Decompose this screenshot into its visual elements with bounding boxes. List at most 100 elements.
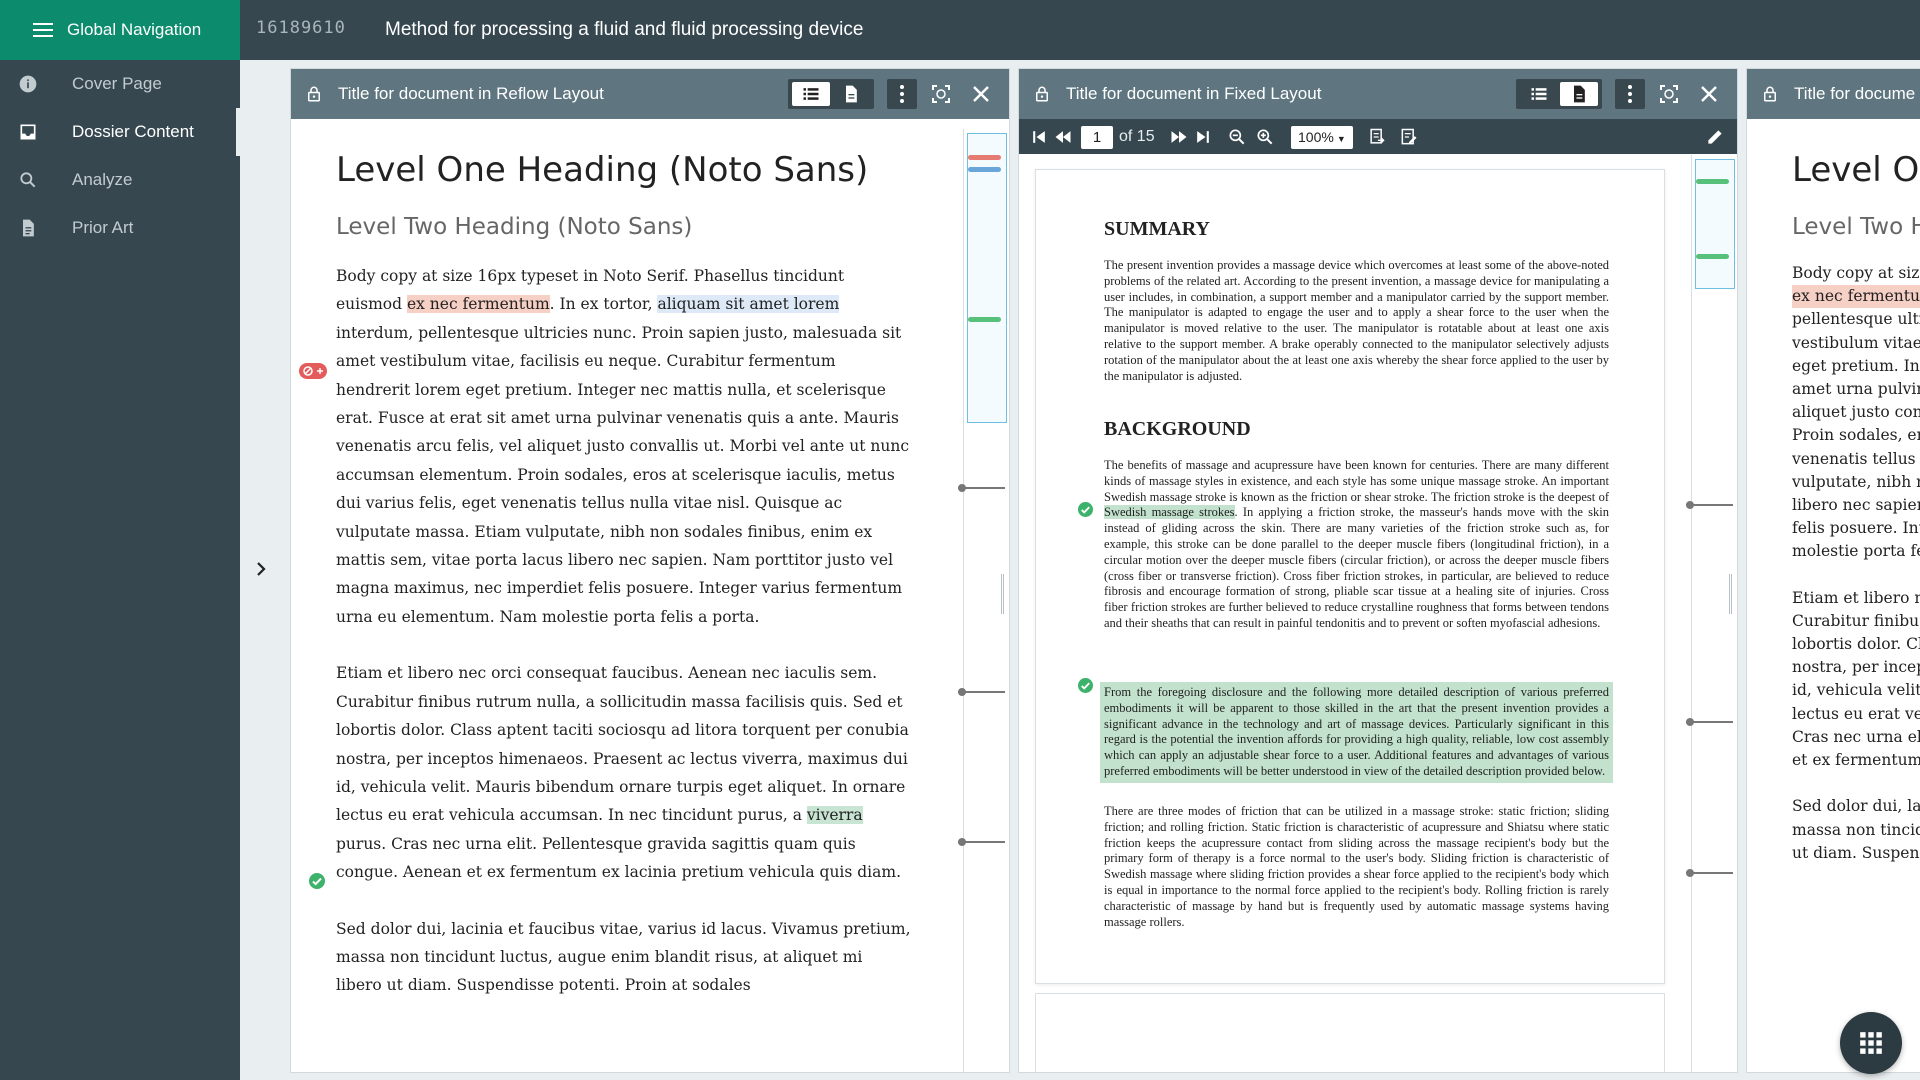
search-icon [20, 172, 36, 188]
more-options-button[interactable] [1615, 79, 1645, 109]
background-paragraph: The benefits of massage and acupressure … [1104, 458, 1609, 630]
panel-title: Title for document in Reflow Layout [338, 84, 604, 103]
page-view-button[interactable] [832, 82, 870, 106]
minimap-viewport[interactable] [967, 133, 1007, 423]
check-circle-icon[interactable] [1078, 502, 1093, 517]
check-circle-icon[interactable] [309, 873, 325, 889]
level-two-heading: Level Two H [1792, 214, 1920, 240]
more-options-button[interactable] [887, 79, 917, 109]
text-line: id, vehicula velit. [1792, 681, 1920, 700]
check-circle-icon[interactable] [1078, 678, 1093, 693]
minimap-marker-green[interactable] [968, 317, 1001, 322]
minimap[interactable] [1686, 155, 1735, 1072]
list-view-button[interactable] [1520, 82, 1558, 106]
edit-pencil-icon[interactable] [1705, 127, 1725, 147]
sidebar-item-analyze[interactable]: Analyze [0, 156, 240, 204]
list-view-button[interactable] [792, 82, 830, 106]
close-icon[interactable] [969, 82, 993, 106]
minimap-marker-red[interactable] [968, 155, 1001, 160]
minimap-section-marker[interactable] [958, 484, 1005, 492]
sidebar-item-dossier-content[interactable]: Dossier Content [0, 108, 240, 156]
text-line: ex nec fermentum [1792, 285, 1920, 309]
resize-handle[interactable] [1729, 574, 1732, 614]
text-line: vulputate, nibh n [1792, 472, 1920, 491]
level-one-heading: Level On [1792, 150, 1920, 190]
text-line: aliquet justo conv [1792, 403, 1920, 422]
minimap-section-marker[interactable] [1686, 869, 1733, 877]
text-line: nostra, per incep [1792, 658, 1920, 677]
panel-title: Title for docume [1794, 84, 1916, 103]
export-icon[interactable] [1367, 127, 1387, 147]
minimap-section-marker[interactable] [958, 688, 1005, 696]
sidebar-item-prior-art[interactable]: Prior Art [0, 204, 240, 252]
document-title: Method for processing a fluid and fluid … [385, 19, 864, 40]
reflow-content: Level One Heading (Noto Sans) Level Two … [336, 129, 911, 1028]
chevron-right-icon[interactable] [252, 560, 270, 578]
zoom-out-icon[interactable] [1227, 127, 1247, 147]
resize-handle[interactable] [1001, 574, 1004, 614]
pdf-toolbar: 1 of 15 100% ▼ [1019, 119, 1737, 154]
minimap-section-marker[interactable] [1686, 718, 1733, 726]
zoom-value: 100% [1298, 129, 1334, 145]
sidebar-item-label: Prior Art [72, 218, 134, 237]
green-highlight[interactable]: viverra [806, 806, 863, 825]
zoom-in-icon[interactable] [1255, 127, 1275, 147]
minimap-section-marker[interactable] [958, 838, 1005, 846]
reflow-document-panel: Title for document in Reflow Layout Leve… [290, 68, 1010, 1073]
next-page-icon[interactable] [1169, 127, 1189, 147]
text-line: et ex fermentum [1792, 750, 1920, 769]
body-copy: Body copy at size ex nec fermentumpellent… [1792, 262, 1920, 865]
minimap-marker-green[interactable] [1696, 254, 1729, 259]
green-highlight[interactable]: Swedish massage strokes [1104, 505, 1235, 520]
menu-icon [33, 23, 53, 37]
text-line: Body copy at size [1792, 264, 1920, 282]
red-highlight[interactable]: ex nec fermentum [406, 295, 550, 314]
text-line: lectus eu erat veh [1792, 704, 1920, 723]
minimap-marker-green[interactable] [1696, 179, 1729, 184]
inbox-icon [20, 124, 36, 140]
blue-highlight[interactable]: aliquam sit amet lorem [657, 295, 840, 314]
page-count: of 15 [1119, 128, 1155, 145]
text-line: lobortis dolor. Cl [1792, 635, 1920, 653]
text-line: molestie porta fe [1792, 542, 1920, 561]
first-page-icon[interactable] [1029, 127, 1049, 147]
document-id: 16189610 [256, 18, 346, 38]
text-line: Proin sodales, er [1792, 426, 1920, 445]
text-line: massa non tincid [1792, 820, 1920, 839]
fullscreen-icon[interactable] [929, 82, 953, 106]
minimap-marker-blue[interactable] [968, 167, 1001, 172]
lock-icon[interactable] [1033, 84, 1051, 104]
view-mode-toggle [788, 79, 874, 109]
text-line: eget pretium. Int [1792, 356, 1920, 375]
text-line: amet urna pulvin [1792, 379, 1920, 398]
minimap-section-marker[interactable] [1686, 501, 1733, 509]
previous-page-icon[interactable] [1053, 127, 1073, 147]
sidebar-item-cover-page[interactable]: Cover Page [0, 60, 240, 108]
paragraph: Etiam et libero nec orci consequat fauci… [336, 664, 909, 882]
annotate-document-icon[interactable] [1399, 127, 1419, 147]
background-heading: BACKGROUND [1104, 418, 1251, 440]
document-icon [1574, 85, 1585, 103]
close-icon[interactable] [1697, 82, 1721, 106]
zoom-select[interactable]: 100% ▼ [1291, 126, 1353, 149]
list-icon [803, 88, 819, 100]
global-navigation-button[interactable]: Global Navigation [0, 0, 240, 60]
remove-annotation-icon[interactable] [299, 362, 327, 380]
summary-text: The present invention provides a massage… [1104, 258, 1609, 383]
fixed-document-panel: Title for document in Fixed Layout 1 of … [1018, 68, 1738, 1073]
lock-icon[interactable] [305, 84, 323, 104]
apps-button[interactable] [1840, 1012, 1902, 1074]
lock-icon[interactable] [1761, 84, 1779, 104]
highlighted-paragraph[interactable]: From the foregoing disclosure and the fo… [1100, 682, 1613, 783]
last-page-icon[interactable] [1193, 127, 1213, 147]
apps-grid-icon [1860, 1032, 1882, 1054]
text-line: libero nec sapien [1792, 495, 1920, 514]
text-line [1792, 563, 1920, 586]
minimap[interactable] [958, 129, 1007, 1072]
document-icon [846, 85, 857, 103]
page-view-button[interactable] [1560, 82, 1598, 106]
text-line: Curabitur finibus [1792, 611, 1920, 630]
fullscreen-icon[interactable] [1657, 82, 1681, 106]
pdf-page: SUMMARY The present invention provides a… [1035, 169, 1665, 984]
page-number-input[interactable]: 1 [1081, 126, 1113, 149]
